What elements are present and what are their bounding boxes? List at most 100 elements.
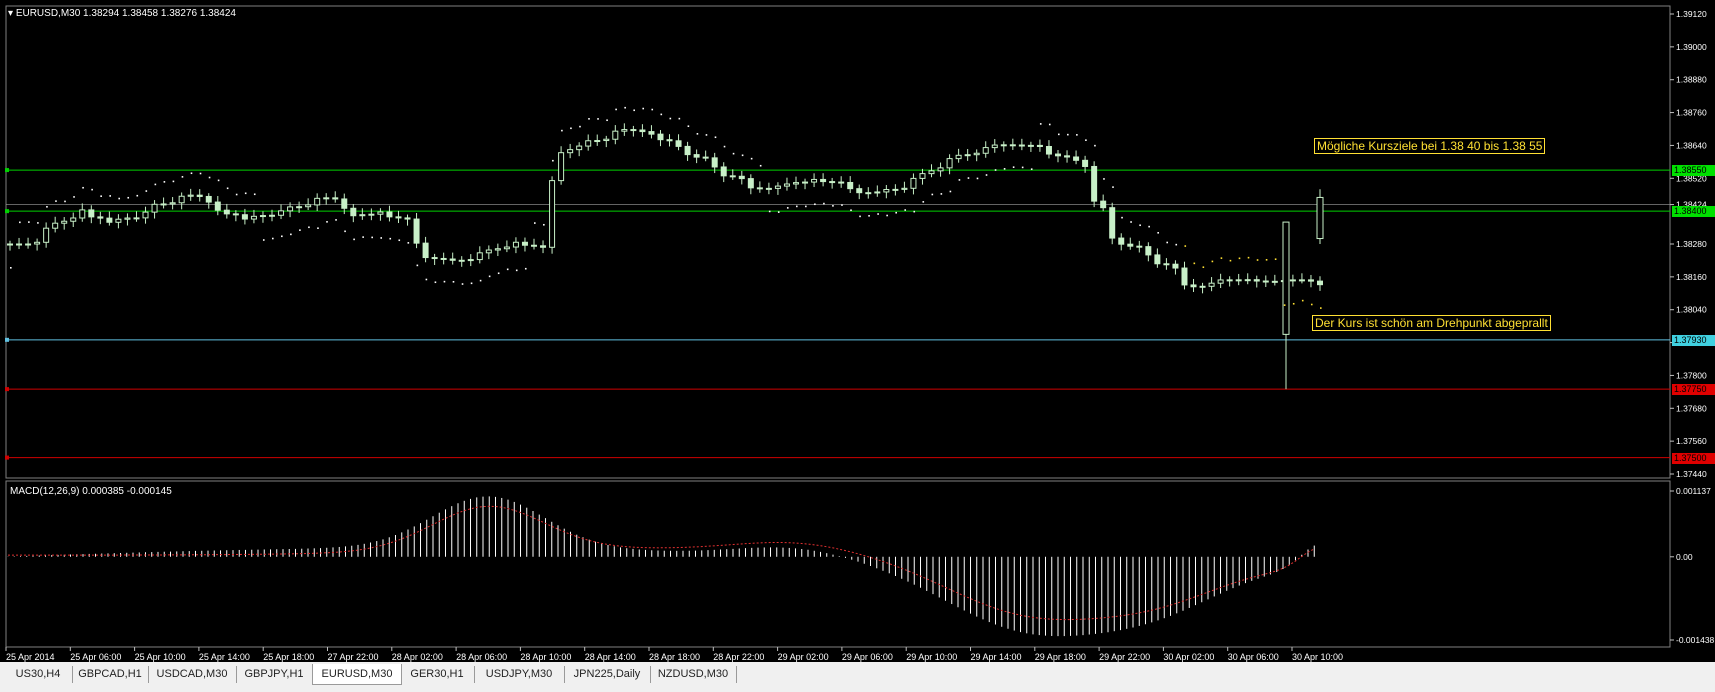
- candle-body: [287, 206, 294, 212]
- candle-body: [16, 243, 23, 246]
- sar-dot: [1048, 123, 1051, 126]
- candle-body: [567, 149, 574, 154]
- tab-us30-h4[interactable]: US30,H4: [4, 666, 73, 683]
- candle-body: [115, 218, 122, 223]
- tab-nzdusd-m30[interactable]: NZDUSD,M30: [650, 666, 737, 683]
- candle-body: [910, 177, 917, 189]
- candle-body: [485, 249, 492, 254]
- sar-dot: [506, 268, 509, 271]
- time-tick-label: 28 Apr 14:00: [585, 652, 636, 662]
- sar-dot: [371, 236, 373, 239]
- candle-body: [503, 246, 510, 250]
- sar-dot: [362, 236, 364, 238]
- macd-tick-label: -0.001438: [1676, 635, 1715, 645]
- sar-dot: [244, 192, 247, 195]
- sar-dot: [958, 179, 961, 181]
- chart-canvas[interactable]: 1.39120 1.39000 1.38880 1.38760 1.38640 1.385…: [0, 0, 1715, 662]
- sar-dot: [796, 205, 798, 208]
- tab-ger30-h1[interactable]: GER30,H1: [400, 666, 475, 683]
- candle-body: [612, 130, 619, 140]
- candle-body: [639, 129, 646, 133]
- symbol-ohlc: EURUSD,M30 1.38294 1.38458 1.38276 1.384…: [15, 8, 236, 19]
- time-tick-label: 29 Apr 18:00: [1035, 652, 1086, 662]
- candle-body: [964, 154, 971, 157]
- sar-dot: [606, 119, 608, 122]
- candle-body: [648, 131, 655, 135]
- sar-dot: [290, 233, 292, 236]
- sar-dot: [660, 113, 663, 116]
- tab-usdcad-m30[interactable]: USDCAD,M30: [148, 666, 237, 683]
- level-handle: [5, 387, 9, 392]
- tab-usdjpy-m30[interactable]: USDJPY,M30: [474, 666, 565, 683]
- chart-tabs-bar: US30,H4 GBPCAD,H1 USDCAD,M30 GBPJPY,H1 EURUS…: [0, 664, 1715, 692]
- sar-dot: [588, 118, 590, 120]
- sar-dot: [1157, 232, 1159, 234]
- tab-eurusd-m30[interactable]: EURUSD,M30: [312, 664, 402, 685]
- sar-dot: [678, 117, 681, 120]
- sar-dot: [615, 108, 617, 111]
- sar-dot: [732, 152, 735, 155]
- sar-dot: [1039, 123, 1042, 125]
- sar-dot: [1184, 245, 1187, 247]
- sar-dot: [1012, 166, 1015, 168]
- candle-body: [296, 206, 303, 209]
- sar-dot: [922, 201, 925, 203]
- sar-dot: [633, 109, 635, 112]
- sar-dot: [1148, 225, 1150, 228]
- candle-body: [169, 202, 176, 205]
- chart-window[interactable]: 1.39120 1.39000 1.38880 1.38760 1.38640 1.385…: [0, 0, 1715, 662]
- dropdown-triangle-icon[interactable]: ▾: [8, 8, 13, 19]
- sar-dot: [814, 203, 816, 206]
- sar-dot: [985, 174, 988, 176]
- sar-dot: [82, 186, 84, 189]
- candle-body: [937, 167, 944, 172]
- candle-body: [1163, 263, 1170, 266]
- sar-dot: [353, 238, 355, 241]
- sar-dot: [190, 172, 193, 175]
- candle-body: [1100, 200, 1107, 209]
- tab-gbpjpy-h1[interactable]: GBPJPY,H1: [236, 666, 313, 683]
- sar-dot: [949, 190, 952, 193]
- sar-dot: [299, 229, 301, 231]
- sar-dot: [136, 194, 139, 197]
- time-tick-label: 30 Apr 10:00: [1292, 652, 1343, 662]
- sar-dot: [398, 239, 401, 242]
- sar-dot: [714, 136, 717, 139]
- candle-body: [531, 244, 537, 247]
- candle-body: [61, 220, 68, 224]
- sar-dot: [1301, 299, 1304, 302]
- candle-body: [1009, 144, 1016, 147]
- time-tick-label: 27 Apr 22:00: [328, 652, 379, 662]
- sar-dot: [64, 200, 66, 203]
- sar-dot: [163, 181, 166, 183]
- candle-body: [946, 158, 953, 169]
- annotation-pivot[interactable]: Der Kurs ist schön am Drehpunkt abgepral…: [1312, 315, 1551, 331]
- annotation-targets[interactable]: Mögliche Kursziele bei 1.38 40 bis 1.38 …: [1314, 138, 1546, 154]
- candle-body: [1109, 207, 1116, 239]
- sar-dot: [931, 193, 934, 196]
- sar-dot: [46, 206, 48, 208]
- price-tick-label: 1.37560: [1676, 436, 1707, 446]
- price-tick-label: 1.38160: [1676, 272, 1707, 282]
- sar-dot: [181, 176, 184, 178]
- tab-jpn225-daily[interactable]: JPN225,Daily: [564, 666, 651, 683]
- sar-dot: [37, 222, 39, 224]
- candle-body: [657, 133, 664, 141]
- tab-gbpcad-h1[interactable]: GBPCAD,H1: [72, 666, 149, 683]
- candle-body: [106, 217, 113, 223]
- sar-dot: [1238, 257, 1241, 260]
- candle-body: [802, 181, 809, 184]
- candle-body: [693, 154, 700, 158]
- price-tick-label: 1.39120: [1676, 9, 1707, 19]
- sar-dot: [777, 211, 780, 213]
- candle-body: [585, 140, 592, 147]
- candle-body: [368, 213, 375, 216]
- price-tick-label: 1.37680: [1676, 403, 1707, 413]
- candle-body: [865, 192, 872, 195]
- sar-dot: [1030, 168, 1033, 170]
- candle-body: [1082, 159, 1089, 167]
- candle-body: [142, 211, 149, 219]
- candle-body: [476, 252, 483, 261]
- time-tick-label: 28 Apr 18:00: [649, 652, 700, 662]
- time-tick-label: 28 Apr 22:00: [713, 652, 764, 662]
